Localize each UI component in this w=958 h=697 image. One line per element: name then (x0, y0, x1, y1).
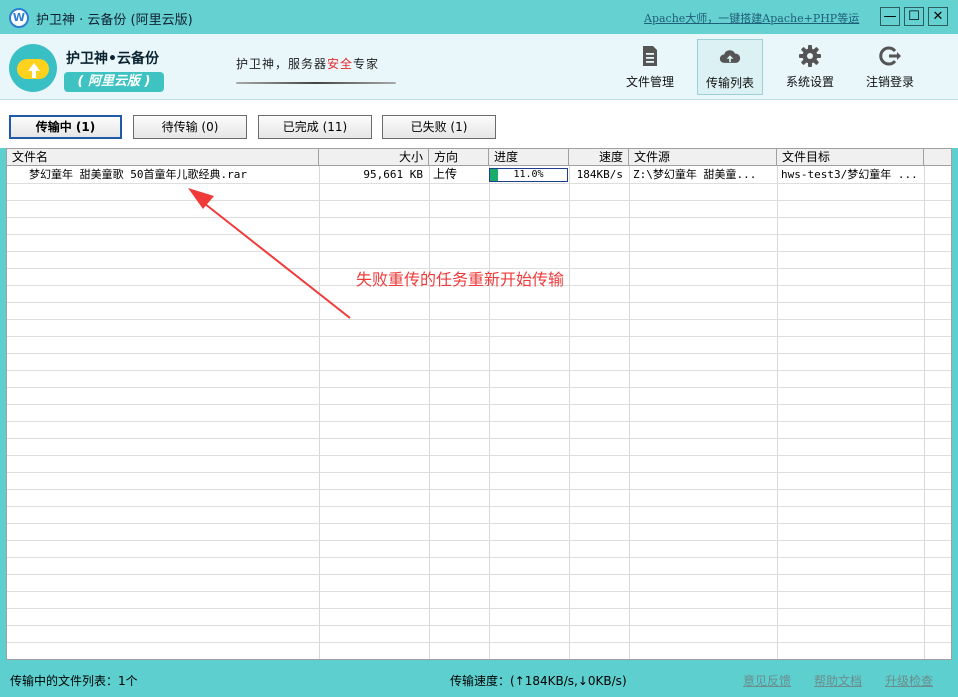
upgrade-check-link[interactable]: 升级检查 (885, 672, 933, 689)
help-docs-link[interactable]: 帮助文档 (814, 672, 862, 689)
annotation-arrow (188, 188, 351, 319)
status-bar: 传输中的文件列表：1个 传输速度：(↑184KB/s,↓0KB/s) 意见反馈 … (0, 661, 958, 697)
feedback-link[interactable]: 意见反馈 (743, 672, 791, 689)
annotation-text: 失败重传的任务重新开始传输 (356, 270, 565, 289)
status-file-count: 传输中的文件列表：1个 (10, 674, 138, 688)
app-window: W 护卫神 · 云备份 (阿里云版) Apache大师，一键搭建Apache+P… (0, 0, 958, 697)
status-transfer-speed: 传输速度：(↑184KB/s,↓0KB/s) (450, 674, 627, 688)
